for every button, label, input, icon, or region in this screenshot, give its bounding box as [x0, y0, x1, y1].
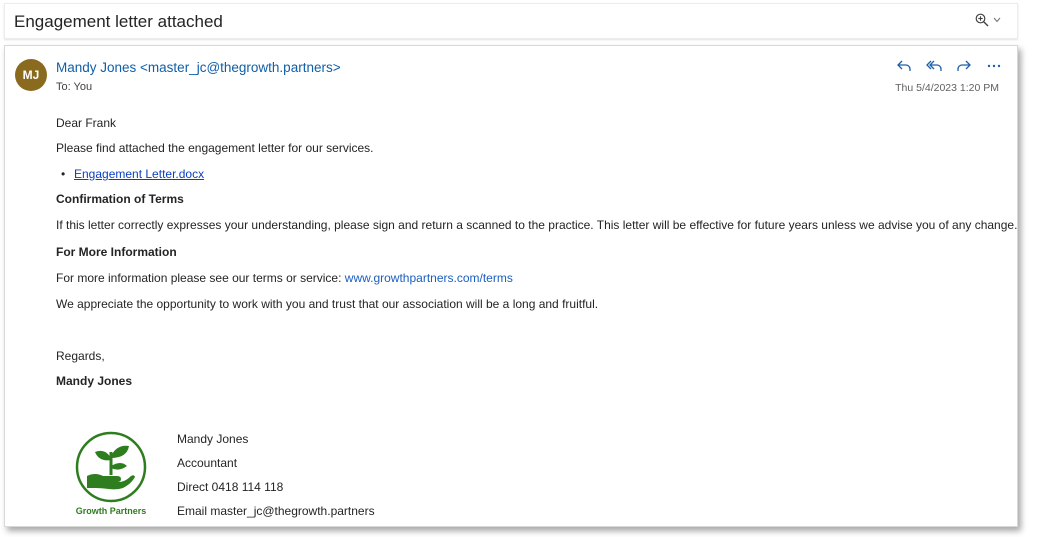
reply-button[interactable] — [895, 57, 913, 75]
zoom-in-icon — [975, 13, 989, 27]
signature-name: Mandy Jones — [177, 432, 249, 446]
more-button[interactable] — [985, 57, 1003, 75]
forward-icon — [957, 60, 971, 71]
message-actions — [895, 57, 1003, 75]
subject-bar: Engagement letter attached — [4, 3, 1018, 39]
closing-name: Mandy Jones — [56, 374, 133, 388]
signature-phone: Direct 0418 114 118 — [177, 480, 284, 494]
intro-text: Please find attached the engagement lett… — [56, 141, 374, 155]
zoom-button[interactable] — [975, 13, 1001, 27]
sender-name[interactable]: Mandy Jones <master_jc@thegrowth.partner… — [56, 60, 341, 75]
attachment-item: • Engagement Letter.docx — [61, 167, 204, 181]
more-icon — [987, 64, 1001, 68]
heading-more-info: For More Information — [56, 245, 177, 259]
more-info-text: For more information please see our term… — [56, 271, 345, 285]
recipient-line: To: You — [56, 81, 93, 93]
forward-button[interactable] — [955, 57, 973, 75]
appreciation-paragraph: We appreciate the opportunity to work wi… — [56, 297, 599, 311]
message-date: Thu 5/4/2023 1:20 PM — [895, 82, 999, 94]
email-subject: Engagement letter attached — [14, 12, 223, 31]
terms-link[interactable]: www.growthpartners.com/terms — [345, 271, 513, 285]
reply-icon — [897, 60, 911, 71]
logo-text: Growth Partners — [75, 506, 147, 516]
greeting: Dear Frank — [56, 116, 117, 130]
heading-confirmation: Confirmation of Terms — [56, 192, 184, 206]
avatar[interactable]: MJ — [15, 59, 47, 91]
more-info-paragraph: For more information please see our term… — [56, 271, 513, 285]
reply-all-button[interactable] — [925, 57, 943, 75]
chevron-down-icon — [993, 17, 1001, 23]
signature-title: Accountant — [177, 456, 238, 470]
bullet: • — [61, 167, 66, 181]
signature-email: Email master_jc@thegrowth.partners — [177, 504, 375, 518]
growth-partners-logo-icon — [75, 431, 147, 503]
company-logo: Growth Partners — [73, 430, 149, 520]
reply-all-icon — [926, 60, 942, 71]
terms-paragraph: If this letter correctly expresses your … — [56, 218, 1018, 232]
closing: Regards, — [56, 349, 105, 363]
attachment-link[interactable]: Engagement Letter.docx — [74, 167, 204, 181]
message-card: MJ Mandy Jones <master_jc@thegrowth.part… — [4, 45, 1018, 527]
